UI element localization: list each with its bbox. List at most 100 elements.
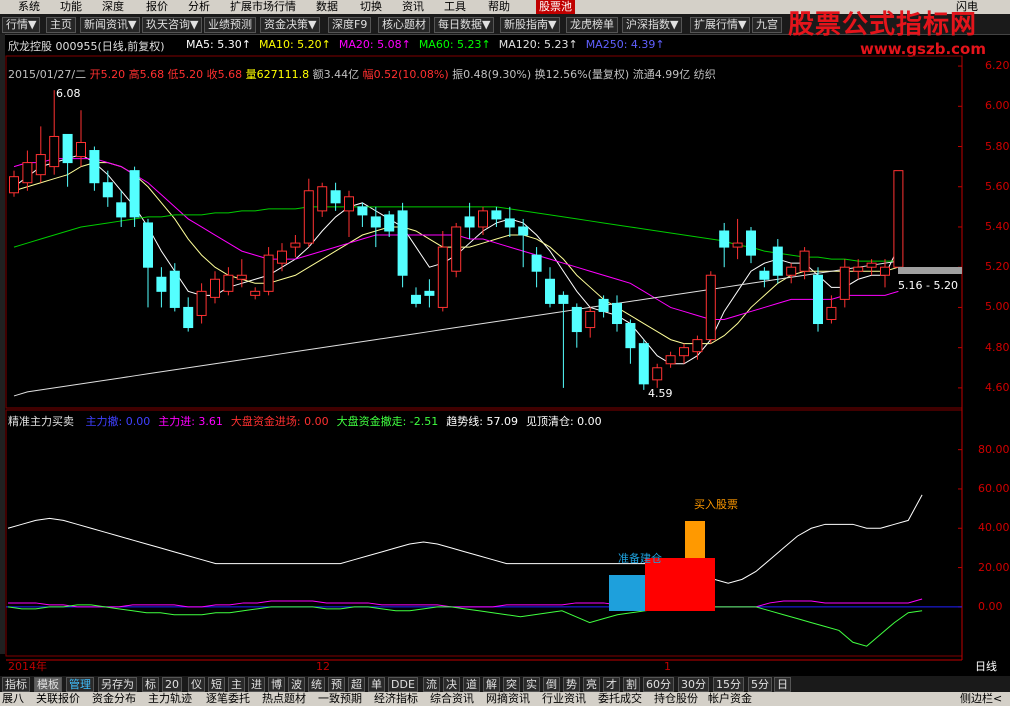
status-item-7[interactable]: 经济指标 [374,692,418,706]
candle-body [102,182,113,198]
status-item-1[interactable]: 关联报价 [36,692,80,706]
indicator-tab-5[interactable]: 20 [162,677,182,692]
indicator-tab-1[interactable]: 模板 [34,677,62,692]
price-low-label: 4.59 [648,387,673,400]
indicator-tab-15[interactable]: 单 [368,677,385,692]
candle-body [250,290,261,296]
candle-body [35,154,46,176]
candle-body [772,246,783,276]
indicator-tab-16[interactable]: DDE [388,677,418,692]
indicator-tab-8[interactable]: 主 [228,677,245,692]
candle-body [746,230,756,256]
indicator-tab-22[interactable]: 实 [523,677,540,692]
x-label-jan: 1 [664,660,671,673]
indicator-tab-24[interactable]: 势 [563,677,580,692]
indicator-tab-21[interactable]: 突 [503,677,520,692]
chart-area[interactable]: 6.08 4.59 5.16 - 5.20 准备建仓 买入股票 2014年 12… [0,0,1010,706]
indicator-tab-25[interactable]: 亮 [583,677,600,692]
indicator-tab-32[interactable]: 日 [774,677,791,692]
indicator-tab-14[interactable]: 超 [348,677,365,692]
indicator-value: 大盘资金进场: 0.00 [230,415,329,428]
indicator-header: 精准主力买卖 主力撤: 0.00 主力进: 3.61 大盘资金进场: 0.00 大盘资… [8,413,602,429]
status-item-12[interactable]: 持仓股份 [654,692,698,706]
indicator-tab-23[interactable]: 倒 [543,677,560,692]
candle-body [679,347,689,357]
indicator-tab-28[interactable]: 60分 [643,677,674,692]
ma120-line [13,260,899,397]
indicator-tab-10[interactable]: 博 [268,677,285,692]
status-item-11[interactable]: 委托成交 [598,692,642,706]
candle-body [826,306,837,320]
price-high-label: 6.08 [56,87,81,100]
candle-body [478,210,488,228]
indicator-tab-18[interactable]: 决 [443,677,460,692]
candle-body [437,246,448,308]
indicator-chart [6,449,962,647]
status-item-4[interactable]: 逐笔委托 [206,692,250,706]
candle-body [545,278,555,304]
indicator-tab-29[interactable]: 30分 [678,677,709,692]
candle-body [370,216,381,228]
status-item-13[interactable]: 帐户资金 [708,692,752,706]
candle-body [692,339,703,353]
indicator-tab-13[interactable]: 预 [328,677,345,692]
indicator-tab-7[interactable]: 短 [208,677,225,692]
candle-body [210,278,220,298]
price-range-label: 5.16 - 5.20 [898,279,958,292]
indicator-tab-20[interactable]: 解 [483,677,500,692]
indicator-tick-label: 20.00 [978,560,1010,574]
indicator-tab-11[interactable]: 波 [288,677,305,692]
candle-body [277,250,287,264]
indicator-tab-19[interactable]: 道 [463,677,480,692]
price-tick-label: 5.80 [985,139,1010,153]
main-inflow-bar [645,558,715,611]
candle-body [732,242,743,248]
indicator-tab-12[interactable]: 统 [308,677,325,692]
price-tick-label: 6.20 [985,59,1010,73]
indicator-tab-3[interactable]: 另存为 [98,677,137,692]
indicator-tab-0[interactable]: 指标 [2,677,30,692]
status-item-5[interactable]: 热点题材 [262,692,306,706]
candle-body [665,355,676,365]
status-item-14[interactable]: 侧边栏< [960,692,1002,706]
status-item-2[interactable]: 资金分布 [92,692,136,706]
candle-body [344,196,354,212]
candle-body [705,274,716,341]
x-label-year: 2014年 [8,659,47,673]
indicator-tab-2[interactable]: 管理 [66,677,94,692]
candle-body [813,274,823,325]
indicator-tab-26[interactable]: 才 [603,677,620,692]
candle-body [464,216,475,228]
indicator-tab-6[interactable]: 仪 [188,677,205,692]
candle-body [799,250,810,272]
status-item-8[interactable]: 综合资讯 [430,692,474,706]
candle-body [223,274,234,292]
indicator-tab-27[interactable]: 割 [623,677,640,692]
indicator-tab-9[interactable]: 进 [248,677,265,692]
indicator-value: 主力撤: 0.00 [85,415,151,428]
indicator-tab-17[interactable]: 流 [423,677,440,692]
candle-body [9,176,19,194]
price-chart [9,65,962,397]
status-item-6[interactable]: 一致预期 [318,692,362,706]
status-item-0[interactable]: 展八 [2,692,24,706]
indicator-tick-label: 0.00 [978,599,1003,613]
candle-body [880,266,890,276]
candle-body [451,226,462,272]
indicator-panel-border [5,409,963,657]
indicator-tab-31[interactable]: 5分 [748,677,772,692]
price-tick-label: 5.40 [985,219,1010,233]
candle-body [22,162,33,184]
price-tick-label: 4.60 [985,380,1010,394]
indicator-tab-30[interactable]: 15分 [713,677,744,692]
candle-body [89,150,100,184]
candle-body [504,218,515,228]
status-item-9[interactable]: 网摘资讯 [486,692,530,706]
candle-body [116,202,127,218]
status-item-3[interactable]: 主力轨迹 [148,692,192,706]
candle-body [571,306,582,333]
indicator-tab-4[interactable]: 标 [142,677,159,692]
candle-body [612,302,622,325]
indicator-tabs: 指标 模板 管理 另存为标 20 仪短主进博波统预超单 DDE 流决道解突实倒势亮才割 60分 3… [0,676,1010,692]
status-item-10[interactable]: 行业资讯 [542,692,586,706]
